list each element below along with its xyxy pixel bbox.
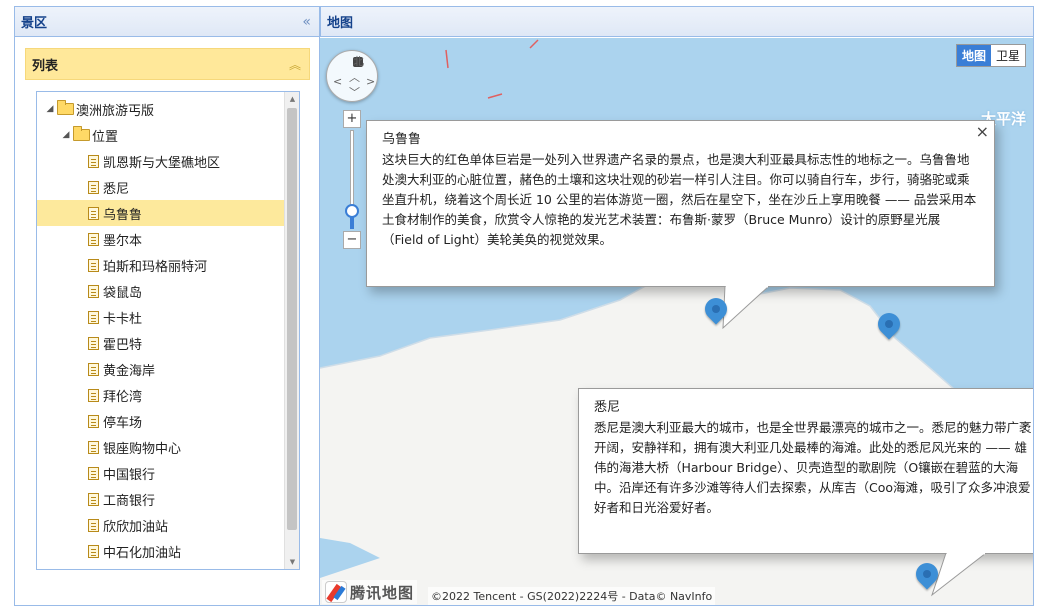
tree-node-label: 澳洲旅游丐版 [76,103,155,119]
document-icon [88,258,99,272]
tencent-map-logo-icon [325,581,347,603]
tree-node-item[interactable]: 中石化加油站 [37,538,284,564]
map-panel: 地图 地图 卫星 太平洋 北 ︿ ﹀ < > + − 乌鲁鲁 这块巨大的红色单体… [320,6,1034,606]
collapse-list-icon[interactable]: ︽ [289,56,301,73]
tree-node-item[interactable]: 欣欣加油站 [37,512,284,538]
sydney-info-popup: 悉尼 悉尼是澳大利亚最大的城市，也是全世界最漂亮的城市之一。悉尼的魅力带广袤开阔… [578,388,1033,554]
tree-leaf-list: 凯恩斯与大堡礁地区 悉尼乌鲁鲁墨尔本珀斯和玛格丽特河 袋鼠岛卡卡杜霍巴特黄金海岸拜伦… [37,148,284,564]
document-icon [88,466,99,480]
tree-node-item[interactable]: 悉尼 [37,174,284,200]
tree-node-label: 黄金海岸 [103,363,156,379]
tree-content: ◢ 澳洲旅游丐版 ◢ 位置 凯恩斯与大堡礁地区 悉尼乌鲁鲁墨尔本珀斯和玛格丽特河袋… [37,92,284,564]
tree-node-item[interactable]: 卡卡杜 [37,304,284,330]
tree-node-label: 停车场 [103,415,143,431]
folder-icon [57,100,74,115]
document-icon [88,154,99,168]
tree-node-item[interactable]: 银座购物中心 [37,434,284,460]
scroll-down-icon[interactable]: ▼ [285,555,299,569]
map-copyright: ©2022 Tencent - GS(2022)2224号 - Data© Na… [428,587,716,605]
tree-node-root[interactable]: ◢ 澳洲旅游丐版 [37,96,284,122]
pan-up-icon[interactable]: ︿ [349,69,360,85]
tree-node-item[interactable]: 凯恩斯与大堡礁地区 [37,148,284,174]
popup-description: 这块巨大的红色单体巨岩是一处列入世界遗产名录的景点，也是澳大利亚最具标志性的地标… [382,152,977,247]
tree-node-label: 霍巴特 [103,337,143,353]
tree-scrollbar[interactable]: ▲ ▼ [284,92,299,569]
tree-node-label: 墨尔本 [103,233,143,249]
document-icon [88,284,99,298]
panel-title: 景区 [21,16,48,31]
scroll-thumb[interactable] [287,108,297,530]
scenic-area-panel: 景区 « 列表 ︽ ◢ 澳洲旅游丐版 ◢ 位置 凯恩斯与大堡礁地区 悉尼乌鲁鲁墨尔… [14,6,320,606]
compass-north-icon: 北 [353,55,364,68]
document-icon [88,362,99,376]
map-type-satellite-button[interactable]: 卫星 [991,45,1025,66]
tree-node-label: 欣欣加油站 [103,519,169,535]
document-icon [88,492,99,506]
document-icon [88,388,99,402]
tree-node-item[interactable]: 墨尔本 [37,226,284,252]
popup-title: 乌鲁鲁 [382,132,422,147]
tree-node-label: 中国银行 [103,467,156,483]
scenic-area-header: 景区 « [15,7,319,37]
zoom-control: + − [343,110,361,249]
expand-arrow-icon[interactable]: ◢ [59,130,73,140]
document-icon [88,544,99,558]
tree-node-label: 工商银行 [103,493,156,509]
map-canvas[interactable]: 地图 卫星 太平洋 北 ︿ ﹀ < > + − 乌鲁鲁 这块巨大的红色单体巨岩是… [320,38,1033,605]
tree-node-label: 拜伦湾 [103,389,143,405]
tree-node-label: 位置 [92,129,119,145]
tree-node-item[interactable]: 霍巴特 [37,330,284,356]
tree-node-label: 中石化加油站 [103,545,182,561]
tree-node-item[interactable]: 袋鼠岛 [37,278,284,304]
tree-node-label: 卡卡杜 [103,311,143,327]
pan-left-icon[interactable]: < [333,75,342,88]
popup-description: 悉尼是澳大利亚最大的城市，也是全世界最漂亮的城市之一。悉尼的魅力带广袤开阔，安静… [594,420,1032,515]
zoom-out-button[interactable]: − [343,231,361,249]
panel-title: 地图 [327,16,354,31]
close-icon[interactable]: × [976,122,989,142]
tree-node-label: 乌鲁鲁 [103,207,143,223]
tree-node-item[interactable]: 乌鲁鲁 [37,200,284,226]
folder-icon [73,126,90,141]
tree-node-item[interactable]: 珀斯和玛格丽特河 [37,252,284,278]
tree-node-label: 银座购物中心 [103,441,182,457]
tree-node-item[interactable]: 中国银行 [37,460,284,486]
document-icon [88,180,99,194]
tree-node-item[interactable]: 工商银行 [37,486,284,512]
document-icon [88,310,99,324]
zoom-in-button[interactable]: + [343,110,361,128]
tree-node-item[interactable]: 黄金海岸 [37,356,284,382]
list-title: 列表 [32,58,59,74]
tree-node-label: 凯恩斯与大堡礁地区 [103,155,221,171]
tree-node-item[interactable]: 停车场 [37,408,284,434]
tree-node-label: 袋鼠岛 [103,285,143,301]
tree-node-label: 悉尼 [103,181,130,197]
pan-down-icon[interactable]: ﹀ [349,84,360,100]
document-icon [88,414,99,428]
scroll-up-icon[interactable]: ▲ [285,92,299,106]
document-icon [88,518,99,532]
document-icon [88,206,99,220]
pan-right-icon[interactable]: > [366,75,375,88]
list-header[interactable]: 列表 ︽ [25,48,310,80]
document-icon [88,232,99,246]
map-type-switcher: 地图 卫星 [955,44,1026,67]
logo-text: 腾讯地图 [350,583,415,602]
popup-title: 悉尼 [594,400,621,415]
collapse-left-icon[interactable]: « [302,14,311,30]
tree-node-label: 珀斯和玛格丽特河 [103,259,208,275]
tree-node-group[interactable]: ◢ 位置 [37,122,284,148]
tencent-map-logo[interactable]: 腾讯地图 [322,580,418,604]
location-tree: ◢ 澳洲旅游丐版 ◢ 位置 凯恩斯与大堡礁地区 悉尼乌鲁鲁墨尔本珀斯和玛格丽特河袋… [36,91,300,570]
uluru-info-popup: 乌鲁鲁 这块巨大的红色单体巨岩是一处列入世界遗产名录的景点，也是澳大利亚最具标志… [366,120,995,287]
document-icon [88,336,99,350]
map-type-map-button[interactable]: 地图 [956,45,991,66]
tree-node-item[interactable]: 拜伦湾 [37,382,284,408]
zoom-slider-knob[interactable] [345,204,359,218]
map-header: 地图 [320,7,1033,37]
expand-arrow-icon[interactable]: ◢ [43,104,57,114]
document-icon [88,440,99,454]
pan-control[interactable]: 北 ︿ ﹀ < > [326,50,378,102]
